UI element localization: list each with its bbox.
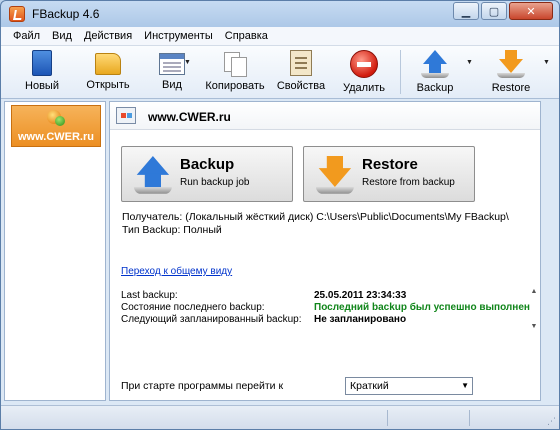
backup-job-icon — [45, 108, 67, 130]
delete-button[interactable]: Удалить — [341, 48, 387, 96]
job-title: www.CWER.ru — [148, 110, 231, 124]
restore-arrow-icon — [316, 156, 354, 194]
close-button[interactable]: ✕ — [509, 2, 553, 20]
properties-label: Свойства — [276, 80, 326, 92]
status-bar: ⋰ — [1, 405, 559, 429]
job-details-pane: www.CWER.ru Backup Run backup job Restor… — [109, 101, 541, 401]
destination-text: Получатель: (Локальный жёсткий диск) C:\… — [122, 211, 509, 223]
next-backup-value: Не запланировано — [314, 314, 407, 325]
last-backup-value: 25.05.2011 23:34:33 — [314, 290, 407, 301]
startup-view-value: Краткий — [350, 380, 389, 392]
menu-view[interactable]: Вид — [46, 27, 78, 45]
sidebar-item-job[interactable]: www.CWER.ru — [11, 105, 101, 147]
overview-link[interactable]: Переход к общему виду — [121, 266, 232, 277]
jobs-sidebar: www.CWER.ru — [4, 101, 106, 401]
new-button[interactable]: Новый — [19, 48, 65, 96]
backup-arrow-icon — [421, 50, 449, 78]
restore-label: Restore — [491, 82, 531, 94]
startup-label: При старте программы перейти к — [121, 380, 284, 392]
restore-button[interactable]: Restore — [492, 48, 530, 96]
run-backup-button[interactable]: Backup Run backup job — [121, 146, 293, 202]
folder-icon — [95, 53, 121, 75]
statusbar-divider — [387, 410, 388, 426]
backup-type-text: Тип Backup: Полный — [122, 224, 222, 236]
open-button[interactable]: Открыть — [84, 48, 132, 96]
view-button[interactable]: Вид — [151, 48, 193, 96]
job-window-icon — [116, 107, 136, 124]
delete-label: Удалить — [343, 82, 385, 94]
title-bar[interactable]: FBackup 4.6 ▁ ▢ ✕ — [1, 1, 559, 27]
menu-help[interactable]: Справка — [219, 27, 274, 45]
status-list: Last backup: 25.05.2011 23:34:33 Состоян… — [121, 288, 530, 330]
scroll-up-icon[interactable]: ▲ — [531, 288, 538, 295]
statusbar-divider — [469, 410, 470, 426]
status-scrollbar[interactable]: ▲ ▼ — [529, 288, 539, 330]
restore-arrow-icon — [497, 50, 525, 78]
properties-button[interactable]: Свойства — [277, 48, 325, 96]
app-window: FBackup 4.6 ▁ ▢ ✕ Файл Вид Действия Инст… — [0, 0, 560, 430]
window-title: FBackup 4.6 — [32, 7, 100, 21]
backup-label: Backup — [416, 82, 454, 94]
view-icon — [159, 53, 185, 75]
next-backup-label: Следующий запланированный backup: — [121, 314, 302, 325]
window-controls: ▁ ▢ ✕ — [453, 2, 553, 20]
run-backup-title: Backup — [180, 156, 235, 173]
restore-title: Restore — [362, 156, 418, 173]
view-dropdown-arrow-icon[interactable]: ▼ — [184, 59, 191, 66]
menu-bar: Файл Вид Действия Инструменты Справка — [1, 27, 559, 46]
copy-icon — [222, 50, 248, 77]
startup-view-select[interactable]: Краткий ▼ — [345, 377, 473, 395]
sidebar-item-label: www.CWER.ru — [18, 131, 94, 143]
toolbar-separator — [400, 50, 401, 94]
app-icon — [9, 6, 25, 22]
resize-grip-icon[interactable]: ⋰ — [547, 416, 556, 427]
delete-icon — [350, 50, 378, 78]
copy-button[interactable]: Копировать — [204, 48, 266, 96]
job-header: www.CWER.ru — [110, 102, 540, 130]
last-status-label: Состояние последнего backup: — [121, 302, 265, 313]
menu-tools[interactable]: Инструменты — [138, 27, 219, 45]
last-backup-label: Last backup: — [121, 290, 178, 301]
chevron-down-icon: ▼ — [461, 381, 469, 390]
minimize-button[interactable]: ▁ — [453, 2, 479, 20]
toolbar: Новый Открыть Вид ▼ Копировать Свойства … — [1, 46, 559, 99]
open-label: Открыть — [86, 79, 130, 91]
run-backup-subtitle: Run backup job — [180, 177, 250, 188]
new-label: Новый — [25, 80, 59, 92]
new-document-icon — [32, 50, 52, 76]
copy-label: Копировать — [205, 80, 265, 92]
backup-dropdown-arrow-icon[interactable]: ▼ — [466, 59, 473, 66]
backup-arrow-icon — [134, 156, 172, 194]
menu-file[interactable]: Файл — [7, 27, 46, 45]
scroll-down-icon[interactable]: ▼ — [531, 323, 538, 330]
restore-from-backup-button[interactable]: Restore Restore from backup — [303, 146, 475, 202]
menu-actions[interactable]: Действия — [78, 27, 138, 45]
view-label: Вид — [162, 79, 182, 91]
maximize-button[interactable]: ▢ — [481, 2, 507, 20]
properties-icon — [290, 50, 312, 76]
restore-dropdown-arrow-icon[interactable]: ▼ — [543, 59, 550, 66]
backup-button[interactable]: Backup — [415, 48, 455, 96]
last-status-value: Последний backup был успешно выполнен — [314, 302, 530, 313]
restore-subtitle: Restore from backup — [362, 177, 455, 188]
